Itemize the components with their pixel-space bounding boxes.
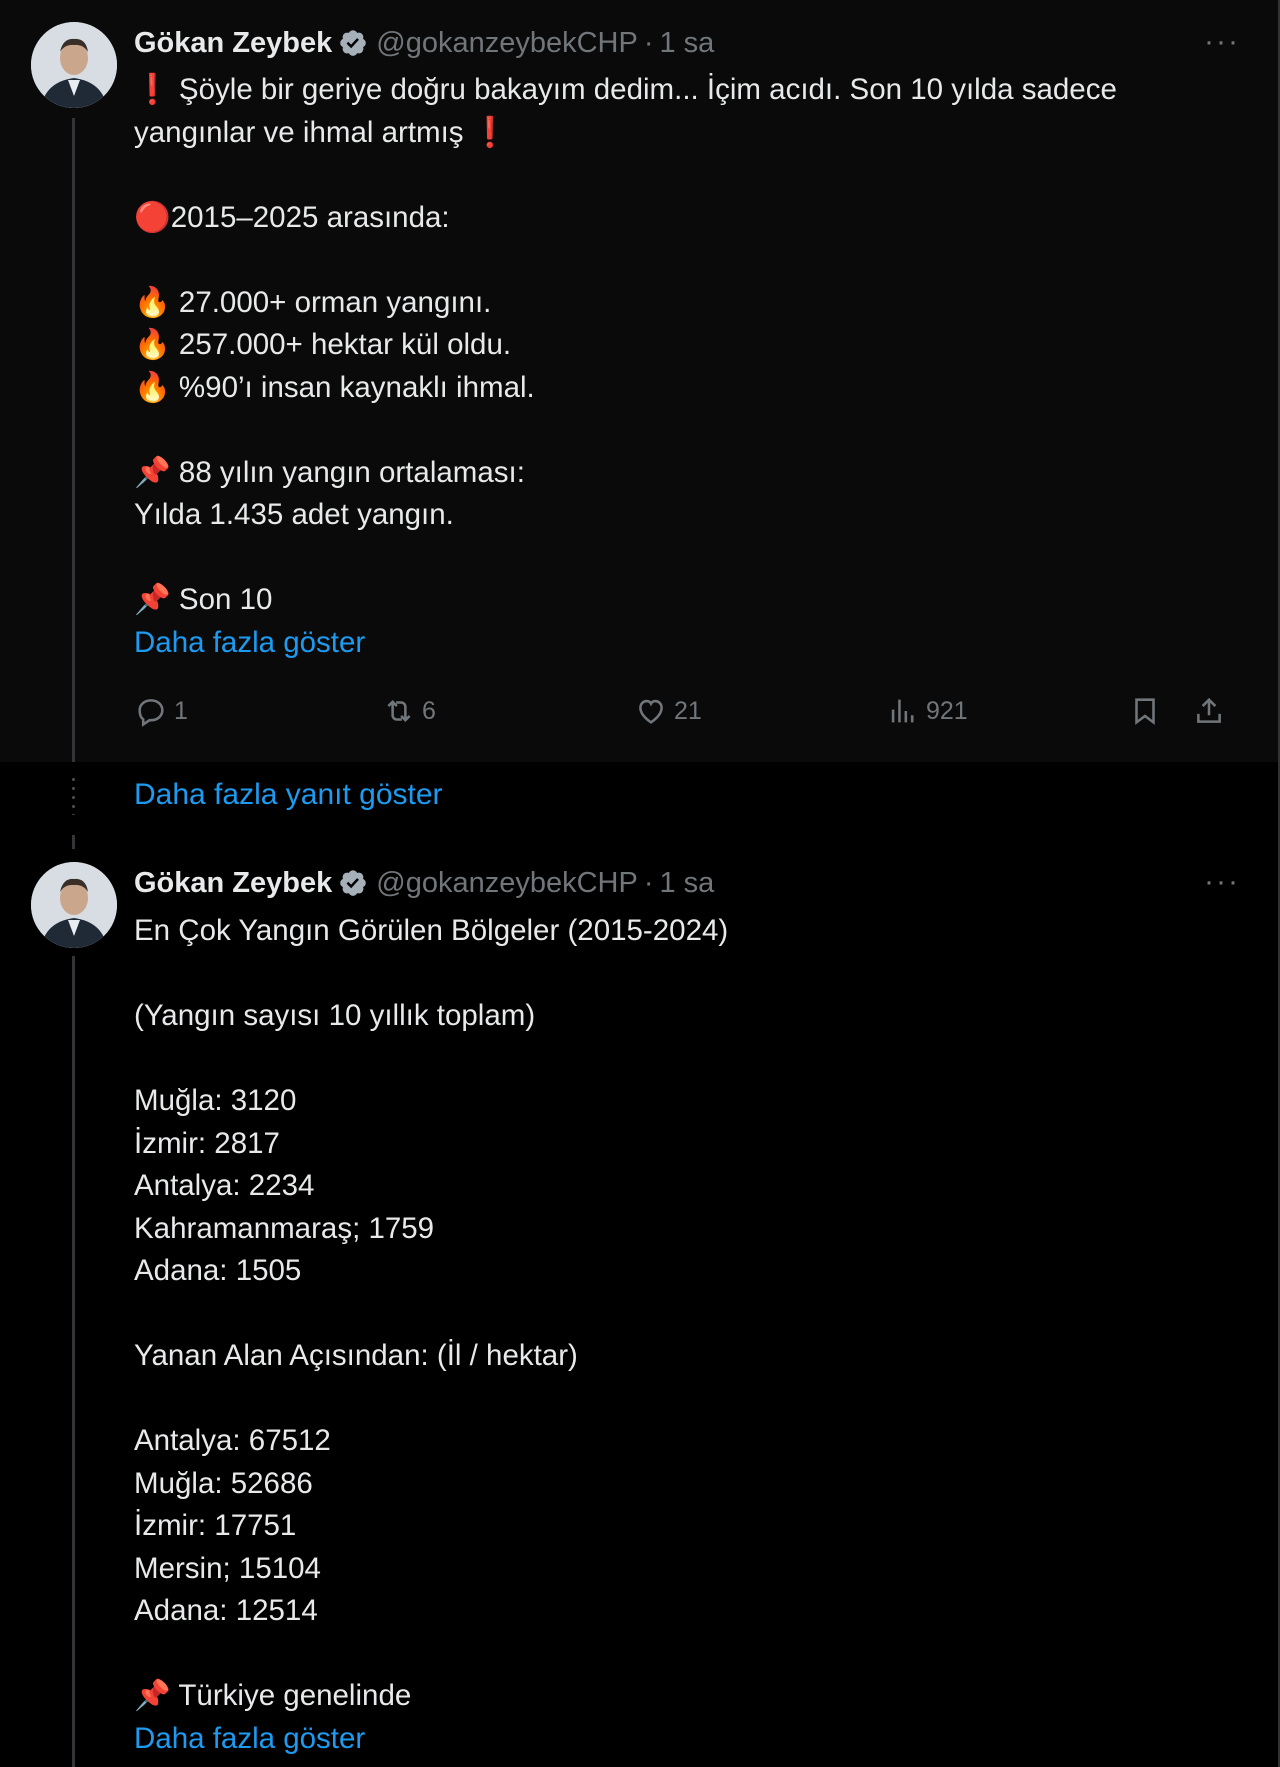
text-line: İzmir: 17751: [134, 1509, 297, 1542]
reply-button[interactable]: 1: [134, 694, 188, 728]
show-more-link[interactable]: Daha fazla göster: [134, 622, 1214, 665]
text-line: Muğla: 3120: [134, 1084, 297, 1117]
timestamp[interactable]: 1 sa: [660, 866, 715, 900]
text-line: 📌 Türkiye genelinde: [134, 1679, 412, 1712]
text-line: [134, 1633, 1214, 1676]
text-line: Yanan Alan Açısından: (İl / hektar): [134, 1339, 578, 1372]
verified-badge-icon: [338, 28, 368, 58]
show-more-link[interactable]: Daha fazla göster: [134, 1718, 1214, 1761]
text-line: yangınlar ve ihmal artmış ❗: [134, 115, 509, 149]
text-line: (Yangın sayısı 10 yıllık toplam): [134, 999, 536, 1032]
more-options-icon[interactable]: ···: [1204, 867, 1240, 897]
text-line: ❗ Şöyle bir geriye doğru bakayım dedim..…: [134, 73, 1117, 106]
text-line: Antalya: 67512: [134, 1424, 331, 1457]
text-line: [134, 239, 1214, 282]
text-line: 📌 88 yılın yangın ortalaması:: [134, 455, 525, 489]
avatar[interactable]: [31, 862, 117, 948]
text-line: [134, 409, 1214, 452]
share-icon: [1197, 697, 1221, 723]
verified-badge-icon: [338, 868, 368, 898]
text-line: 🔴2015–2025 arasında:: [134, 200, 450, 234]
heart-icon: [639, 699, 663, 724]
tweet-1-header: Gökan Zeybek @gokanzeybekCHP · 1 sa: [134, 26, 714, 60]
text-line: 🔥 %90’ı insan kaynaklı ihmal.: [134, 370, 535, 404]
thread-line-connector: [72, 835, 75, 849]
tweet-1-text: ❗ Şöyle bir geriye doğru bakayım dedim..…: [134, 69, 1214, 664]
thread-gap-dots: [72, 775, 75, 815]
author-handle[interactable]: @gokanzeybekCHP: [376, 26, 638, 60]
bookmark-icon: [1135, 698, 1155, 725]
repost-count: 6: [422, 696, 436, 725]
text-line: [134, 953, 1214, 996]
text-line: 📌 Son 10: [134, 583, 273, 616]
text-line: Kahramanmaraş; 1759: [134, 1211, 435, 1245]
text-line: Antalya: 2234: [134, 1169, 315, 1202]
text-line: En Çok Yangın Görülen Bölgeler (2015-202…: [134, 914, 729, 947]
text-line: [134, 1293, 1214, 1336]
reply-count: 1: [174, 696, 188, 725]
text-line: [134, 537, 1214, 580]
header-separator: ·: [643, 867, 654, 899]
tweet-2-header: Gökan Zeybek @gokanzeybekCHP · 1 sa: [134, 866, 714, 900]
text-line: 🔥 27.000+ orman yangını.: [134, 285, 492, 319]
author-handle[interactable]: @gokanzeybekCHP: [376, 866, 638, 900]
timestamp[interactable]: 1 sa: [660, 26, 715, 60]
text-line: 🔥 257.000+ hektar kül oldu.: [134, 328, 512, 361]
author-name[interactable]: Gökan Zeybek: [134, 866, 332, 900]
avatar[interactable]: [31, 22, 117, 108]
tweet-2-text: En Çok Yangın Görülen Bölgeler (2015-202…: [134, 910, 1214, 1760]
thread-line: [72, 118, 75, 762]
text-line: Muğla: 52686: [134, 1466, 313, 1500]
text-line: Yılda 1.435 adet yangın.: [134, 498, 454, 531]
show-more-replies-link[interactable]: Daha fazla yanıt göster: [134, 778, 443, 812]
like-count: 21: [674, 696, 702, 725]
author-name[interactable]: Gökan Zeybek: [134, 26, 332, 60]
views-icon: [891, 699, 914, 723]
header-separator: ·: [643, 27, 654, 59]
like-button[interactable]: 21: [634, 694, 702, 728]
text-line: [134, 1378, 1214, 1421]
reply-icon: [138, 699, 164, 727]
text-line: [134, 154, 1214, 197]
bookmark-button[interactable]: [1128, 694, 1162, 728]
text-line: İzmir: 2817: [134, 1126, 280, 1160]
text-line: Mersin; 15104: [134, 1551, 321, 1585]
repost-icon: [387, 699, 411, 723]
more-options-icon[interactable]: ···: [1204, 27, 1240, 57]
avatar-image: [31, 22, 117, 108]
text-line: [134, 1038, 1214, 1081]
tweet-1-actions: 1 6 21 921: [134, 694, 1244, 734]
repost-button[interactable]: 6: [382, 694, 436, 728]
view-count: 921: [926, 696, 968, 725]
share-button[interactable]: [1192, 694, 1226, 728]
avatar-image: [31, 862, 117, 948]
text-line: Adana: 12514: [134, 1594, 318, 1627]
views-button[interactable]: 921: [886, 694, 968, 728]
thread-line-2: [72, 956, 75, 1767]
text-line: Adana: 1505: [134, 1254, 302, 1287]
